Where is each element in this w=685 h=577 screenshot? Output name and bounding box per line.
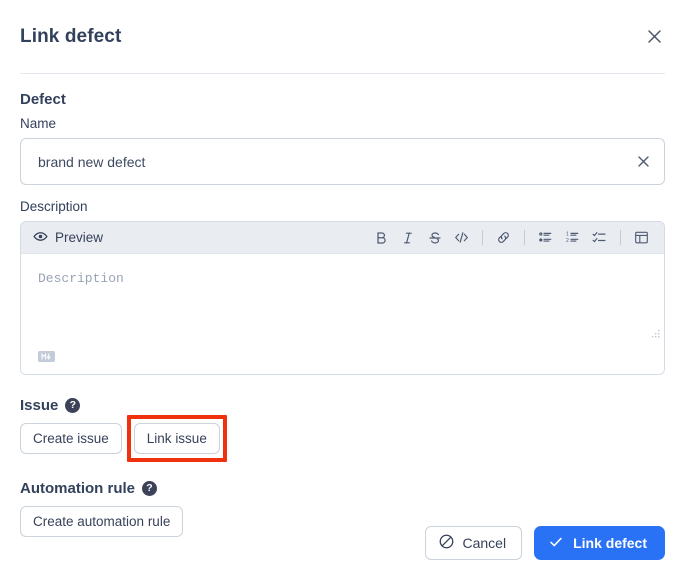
code-icon[interactable]: [450, 226, 473, 249]
defect-name-input[interactable]: [21, 139, 664, 184]
link-defect-dialog: Link defect Defect Name Description: [0, 0, 685, 577]
bold-icon[interactable]: [369, 226, 392, 249]
svg-text:1: 1: [566, 232, 569, 238]
question-mark-icon[interactable]: ?: [142, 481, 157, 496]
cancel-button[interactable]: Cancel: [424, 526, 523, 560]
defect-heading: Defect: [20, 91, 66, 108]
dialog-title: Link defect: [20, 25, 122, 47]
automation-rule-heading-label: Automation rule: [20, 480, 135, 497]
name-label: Name: [20, 116, 57, 131]
bulleted-list-icon[interactable]: [534, 226, 557, 249]
question-mark-icon[interactable]: ?: [65, 398, 81, 413]
check-icon: [548, 534, 564, 553]
toolbar-divider: [620, 230, 621, 245]
automation-rule-heading: Automation rule ?: [20, 480, 665, 497]
strikethrough-icon[interactable]: [423, 226, 446, 249]
editor-footer: [21, 342, 664, 374]
toolbar-divider: [524, 230, 525, 245]
toolbar-divider: [482, 230, 483, 245]
issue-actions: Create issue Link issue: [20, 415, 665, 462]
ban-icon: [438, 533, 455, 553]
clear-name-icon[interactable]: [634, 153, 652, 171]
task-list-icon[interactable]: [588, 226, 611, 249]
eye-icon: [33, 229, 48, 247]
description-editor: Preview 1 2 Description: [20, 221, 665, 375]
description-body: [21, 254, 664, 342]
defect-name-field[interactable]: [20, 138, 665, 185]
defect-section: Defect Name: [20, 91, 665, 185]
preview-label: Preview: [55, 230, 104, 245]
issue-heading: Issue ?: [20, 397, 665, 414]
link-issue-highlight: Link issue: [126, 415, 227, 462]
link-defect-submit-button[interactable]: Link defect: [534, 526, 665, 560]
svg-text:2: 2: [566, 238, 569, 244]
dialog-footer: Cancel Link defect: [424, 526, 665, 560]
dialog-header: Link defect: [20, 0, 665, 74]
issue-heading-label: Issue: [20, 397, 59, 414]
markdown-icon[interactable]: [38, 350, 55, 362]
editor-toolbar: Preview 1 2: [21, 222, 664, 254]
link-icon[interactable]: [492, 226, 515, 249]
create-issue-button[interactable]: Create issue: [20, 423, 122, 454]
close-icon[interactable]: [639, 22, 669, 52]
description-label: Description: [20, 199, 88, 214]
create-automation-rule-button[interactable]: Create automation rule: [20, 506, 184, 537]
italic-icon[interactable]: [396, 226, 419, 249]
table-icon[interactable]: [630, 226, 653, 249]
preview-toggle[interactable]: Preview: [33, 229, 103, 247]
link-defect-submit-label: Link defect: [573, 535, 647, 551]
cancel-label: Cancel: [462, 535, 507, 551]
description-section: Description Preview 1 2 Description: [20, 199, 665, 375]
link-issue-button[interactable]: Link issue: [133, 423, 220, 454]
editor-format-tools: 1 2: [369, 226, 653, 249]
numbered-list-icon[interactable]: 1 2: [561, 226, 584, 249]
issue-section: Issue ? Create issue Link issue: [20, 397, 665, 462]
description-input[interactable]: [21, 254, 664, 342]
